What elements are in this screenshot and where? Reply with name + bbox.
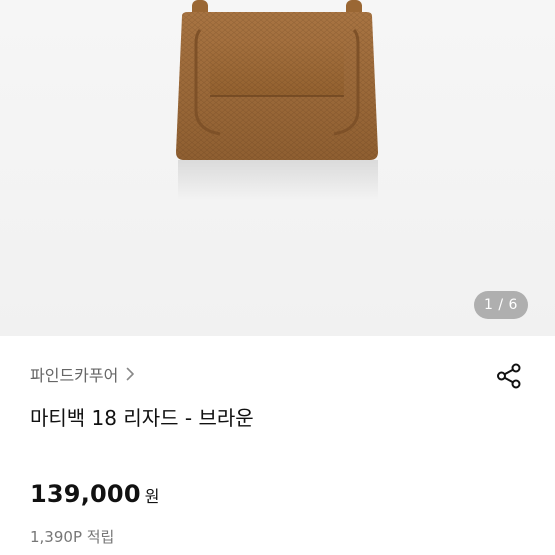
- brand-link[interactable]: 파인드카푸어: [30, 362, 135, 386]
- currency-label: 원: [144, 487, 160, 506]
- chevron-right-icon: [127, 367, 135, 381]
- product-title: 마티백 18 리자드 - 브라운: [30, 406, 254, 430]
- bag-image: [176, 0, 378, 200]
- product-image-gallery[interactable]: 1 / 6: [0, 0, 555, 336]
- brand-name: 파인드카푸어: [30, 366, 119, 385]
- image-page-indicator: 1 / 6: [474, 291, 528, 319]
- product-price: 139,000: [30, 480, 141, 508]
- share-icon[interactable]: [496, 363, 522, 389]
- price-row: 139,000 원: [30, 480, 159, 508]
- reward-points: 1,390P 적립: [30, 528, 115, 546]
